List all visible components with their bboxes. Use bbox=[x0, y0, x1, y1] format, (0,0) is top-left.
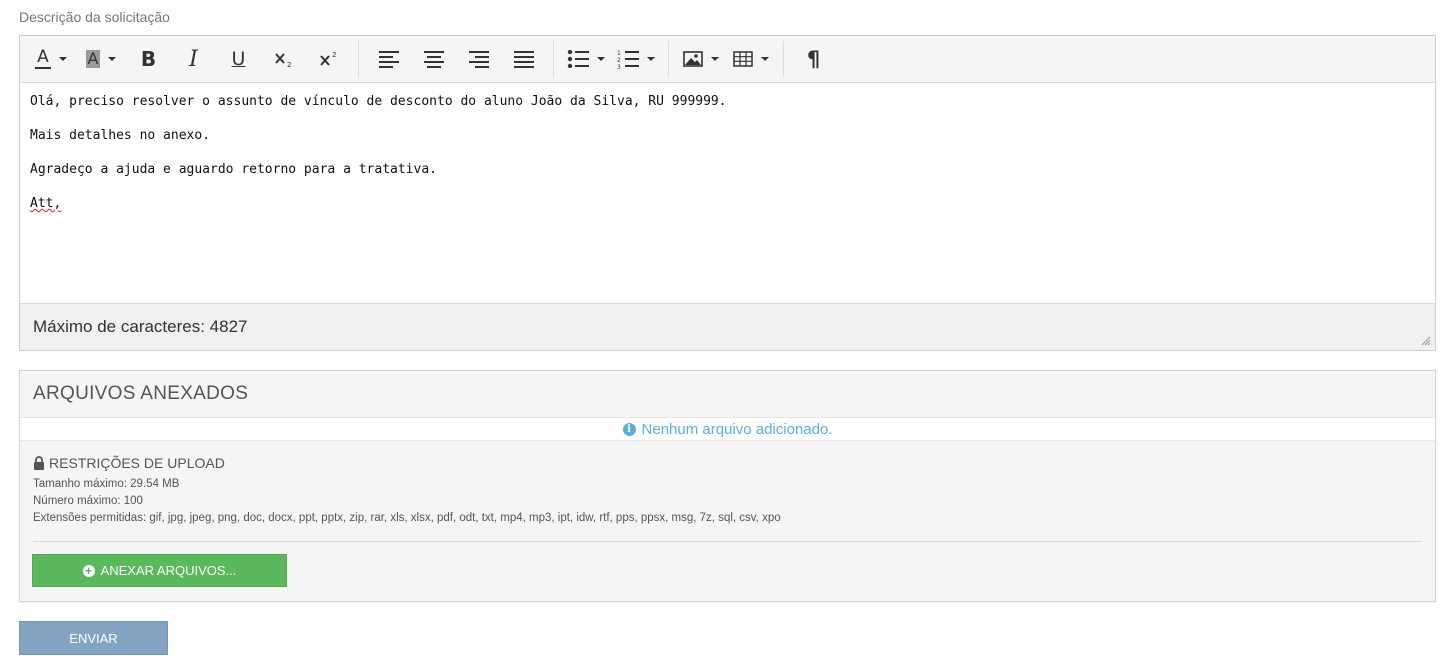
image-icon bbox=[683, 51, 703, 67]
attachments-title: ARQUIVOS ANEXADOS bbox=[33, 383, 249, 404]
content-line: Olá, preciso resolver o assunto de víncu… bbox=[30, 94, 727, 109]
subscript-button[interactable]: 2 bbox=[261, 41, 306, 77]
chevron-down-icon bbox=[597, 57, 605, 61]
svg-text:2: 2 bbox=[332, 51, 336, 59]
underline-icon: U bbox=[231, 48, 246, 70]
restrictions-heading: RESTRIÇÕES DE UPLOAD bbox=[33, 455, 1422, 471]
chevron-down-icon bbox=[761, 57, 769, 61]
toolbar-separator bbox=[553, 41, 554, 77]
italic-button[interactable]: I bbox=[171, 41, 216, 77]
chevron-down-icon bbox=[59, 57, 67, 61]
max-size-text: Tamanho máximo: 29.54 MB bbox=[33, 478, 180, 490]
upload-restrictions: RESTRIÇÕES DE UPLOAD Tamanho máximo: 29.… bbox=[20, 441, 1435, 527]
bulleted-list-button[interactable] bbox=[561, 41, 611, 77]
rich-text-editor: A A B I U 2 2 1 2 3 ¶ Olá, preciso resol… bbox=[19, 35, 1436, 351]
lock-icon bbox=[34, 456, 44, 470]
table-icon bbox=[733, 51, 753, 67]
bulleted-list-icon bbox=[567, 50, 589, 68]
align-left-button[interactable] bbox=[366, 41, 411, 77]
max-count-text: Número máximo: 100 bbox=[33, 495, 143, 507]
content-line: Agradeço a ajuda e aguardo retorno para … bbox=[30, 162, 437, 177]
content-line: Att, bbox=[30, 196, 62, 211]
chevron-down-icon bbox=[711, 57, 719, 61]
font-color-button[interactable]: A bbox=[26, 41, 76, 77]
insert-image-button[interactable] bbox=[676, 41, 726, 77]
numbered-list-button[interactable]: 1 2 3 bbox=[611, 41, 661, 77]
underline-button[interactable]: U bbox=[216, 41, 261, 77]
toolbar-separator bbox=[668, 41, 669, 77]
superscript-button[interactable]: 2 bbox=[306, 41, 351, 77]
editor-content-area[interactable]: Olá, preciso resolver o assunto de víncu… bbox=[20, 83, 1435, 303]
editor-toolbar: A A B I U 2 2 1 2 3 ¶ bbox=[20, 36, 1435, 83]
chevron-down-icon bbox=[647, 57, 655, 61]
divider bbox=[33, 541, 1422, 542]
chevron-down-icon bbox=[108, 57, 117, 61]
plus-circle-icon: + bbox=[82, 564, 95, 577]
paragraph-icon: ¶ bbox=[806, 47, 821, 71]
attachments-panel: ARQUIVOS ANEXADOS i Nenhum arquivo adici… bbox=[19, 370, 1436, 602]
insert-table-button[interactable] bbox=[726, 41, 776, 77]
toolbar-separator bbox=[358, 41, 359, 77]
character-limit-text: Máximo de caracteres: 4827 bbox=[33, 317, 248, 336]
allowed-extensions-text: Extensões permitidas: gif, jpg, jpeg, pn… bbox=[33, 512, 781, 524]
editor-status-bar: Máximo de caracteres: 4827 bbox=[20, 303, 1435, 350]
numbered-list-icon: 1 2 3 bbox=[617, 50, 639, 69]
superscript-icon: 2 bbox=[319, 51, 336, 66]
background-color-icon: A bbox=[85, 49, 101, 68]
no-files-text: Nenhum arquivo adicionado. bbox=[641, 420, 833, 438]
svg-text:1: 1 bbox=[617, 50, 621, 57]
bold-icon: B bbox=[140, 47, 157, 71]
description-label: Descrição da solicitação bbox=[19, 9, 170, 25]
toolbar-separator bbox=[783, 41, 784, 77]
font-color-icon: A bbox=[35, 49, 51, 69]
subscript-icon: 2 bbox=[274, 53, 291, 68]
align-right-button[interactable] bbox=[456, 41, 501, 77]
bold-button[interactable]: B bbox=[126, 41, 171, 77]
italic-icon: I bbox=[189, 46, 198, 72]
align-center-icon bbox=[423, 51, 444, 68]
resize-grip-icon[interactable] bbox=[1421, 336, 1431, 346]
svg-text:2: 2 bbox=[287, 61, 291, 68]
svg-text:3: 3 bbox=[617, 64, 621, 69]
send-button[interactable]: ENVIAR bbox=[19, 621, 168, 655]
align-center-button[interactable] bbox=[411, 41, 456, 77]
attach-files-button[interactable]: + ANEXAR ARQUIVOS... bbox=[32, 554, 287, 587]
align-right-icon bbox=[468, 51, 489, 68]
attach-files-label: ANEXAR ARQUIVOS... bbox=[100, 563, 237, 578]
info-icon: i bbox=[622, 422, 636, 436]
align-left-icon bbox=[378, 51, 399, 68]
align-justify-icon bbox=[513, 51, 534, 68]
paragraph-marks-button[interactable]: ¶ bbox=[791, 41, 836, 77]
content-line: Mais detalhes no anexo. bbox=[30, 128, 211, 143]
no-files-message: i Nenhum arquivo adicionado. bbox=[20, 417, 1435, 441]
background-color-button[interactable]: A bbox=[76, 41, 126, 77]
svg-text:2: 2 bbox=[617, 57, 621, 64]
align-justify-button[interactable] bbox=[501, 41, 546, 77]
